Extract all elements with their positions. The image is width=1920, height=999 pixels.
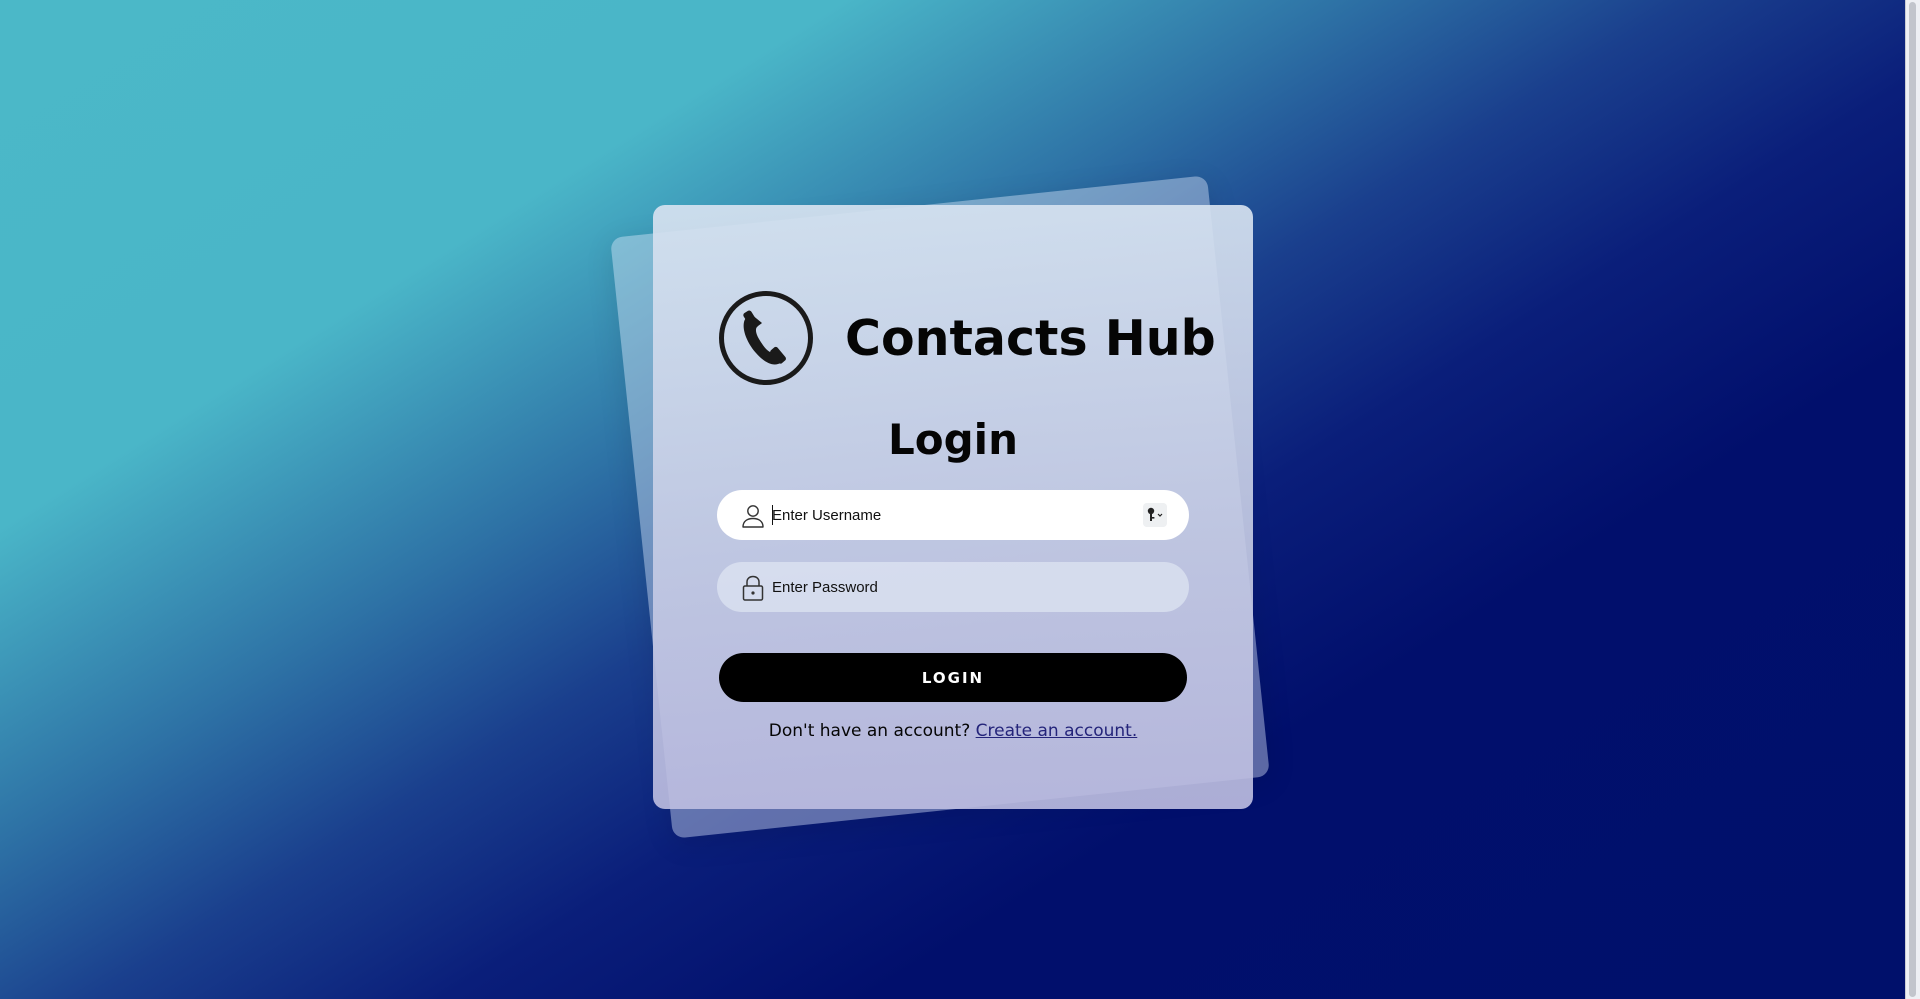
password-field — [717, 562, 1189, 612]
create-account-link[interactable]: Create an account. — [976, 721, 1138, 741]
username-field — [717, 490, 1189, 540]
app-title: Contacts Hub — [845, 309, 1216, 367]
signup-prompt-text: Don't have an account? — [768, 721, 971, 741]
brand: Contacts Hub — [718, 290, 1216, 386]
login-heading: Login — [888, 415, 1018, 464]
phone-circle-icon — [719, 291, 813, 385]
user-icon — [742, 505, 764, 528]
signup-prompt-line: Don't have an account? Create an account… — [653, 721, 1253, 741]
username-input[interactable] — [772, 490, 1132, 540]
login-card: Contacts Hub Login LOGIN Don't have an a… — [653, 205, 1253, 809]
text-cursor — [772, 505, 773, 525]
lock-icon — [742, 575, 764, 601]
vertical-scrollbar[interactable] — [1905, 0, 1920, 999]
password-input[interactable] — [772, 562, 1132, 612]
scrollbar-thumb[interactable] — [1909, 2, 1916, 997]
key-icon[interactable] — [1143, 503, 1167, 527]
login-button[interactable]: LOGIN — [719, 653, 1187, 702]
